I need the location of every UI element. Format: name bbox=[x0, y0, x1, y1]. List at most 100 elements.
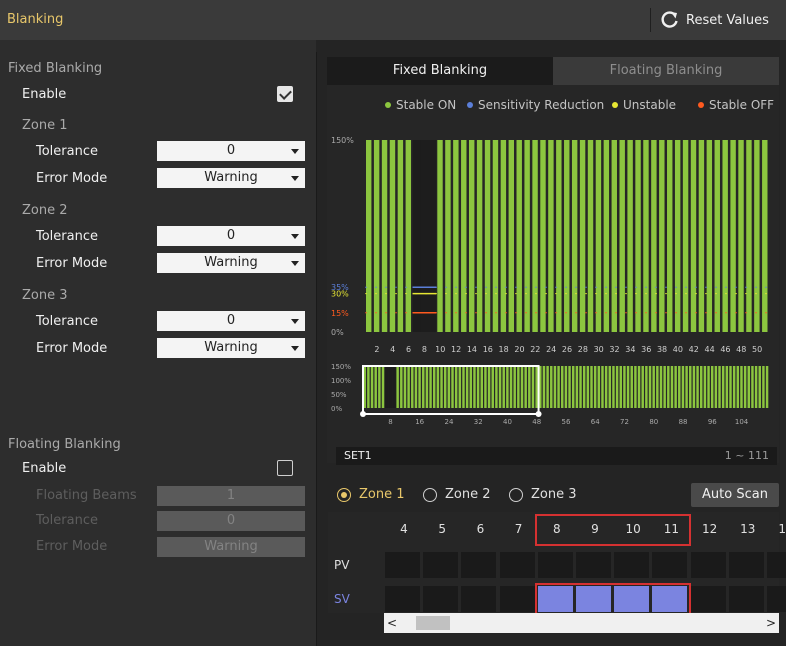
beam-bar bbox=[754, 140, 760, 332]
overview-bar bbox=[469, 366, 473, 408]
overview-bar bbox=[381, 366, 385, 408]
overview-bar bbox=[458, 366, 462, 408]
beam-cell[interactable] bbox=[499, 552, 535, 578]
zone-3-tolerance-select[interactable]: 0 bbox=[157, 311, 305, 331]
zone-3-radio[interactable]: Zone 3 bbox=[509, 487, 577, 502]
beam-bar bbox=[738, 140, 744, 332]
fixed-enable-checkbox[interactable] bbox=[277, 86, 293, 102]
beam-cell[interactable] bbox=[767, 552, 786, 578]
overview-bar bbox=[557, 366, 560, 408]
set-name: SET1 bbox=[344, 449, 372, 462]
x-tick-label: 22 bbox=[530, 345, 540, 354]
beam-bar bbox=[746, 140, 752, 332]
beam-cell[interactable] bbox=[423, 552, 459, 578]
zone-1-tolerance-label: Tolerance bbox=[36, 144, 98, 159]
overview-bar bbox=[681, 366, 685, 408]
tab-floating-blanking[interactable]: Floating Blanking bbox=[553, 57, 779, 85]
x-tick-label: 26 bbox=[562, 345, 572, 354]
beam-cell[interactable] bbox=[461, 586, 497, 612]
overview-bar bbox=[462, 366, 465, 408]
zone-3-error-mode-label: Error Mode bbox=[36, 341, 108, 356]
overview-bar bbox=[689, 366, 692, 408]
overview-bar bbox=[740, 366, 743, 408]
zone-2-tolerance-select[interactable]: 0 bbox=[157, 226, 305, 246]
overview-bar bbox=[432, 366, 436, 408]
beam-cell[interactable] bbox=[652, 586, 688, 612]
beam-cell[interactable] bbox=[614, 586, 650, 612]
row-label: SV bbox=[334, 592, 350, 606]
overview-bar bbox=[641, 366, 644, 408]
tab-fixed-blanking[interactable]: Fixed Blanking bbox=[327, 57, 553, 85]
beam-cell[interactable] bbox=[576, 586, 611, 612]
zone-1-error-mode-select[interactable]: Warning bbox=[157, 168, 305, 188]
legend-stable-off: Stable OFF bbox=[698, 97, 774, 113]
beam-bar bbox=[389, 140, 396, 332]
beam-level-chart: 0%15%30%35%150%2 4 6 8 10 12 14 16 18 20 22 24 26 28 3… bbox=[331, 136, 769, 354]
beam-cell[interactable] bbox=[767, 586, 786, 612]
floating-tolerance-field: 0 bbox=[157, 511, 305, 531]
beam-overview-chart[interactable]: 0% 50% 100% 150% 8 16 24 32 40 48 56 64 72 80 88 96 104 bbox=[327, 360, 779, 428]
beam-cell[interactable] bbox=[690, 586, 726, 612]
beam-bar bbox=[524, 140, 530, 332]
overview-bar bbox=[637, 366, 641, 408]
beam-cell[interactable] bbox=[728, 552, 764, 578]
beam-cell[interactable] bbox=[423, 586, 459, 612]
column-header: 8 bbox=[552, 522, 561, 536]
title-separator bbox=[650, 8, 651, 32]
radio-icon bbox=[337, 487, 351, 502]
overview-bar bbox=[659, 366, 663, 408]
scrollbar-thumb[interactable] bbox=[416, 616, 450, 630]
horizontal-scrollbar[interactable]: < > bbox=[384, 613, 779, 633]
x-tick-label: 56 bbox=[562, 418, 571, 426]
beam-cell[interactable] bbox=[690, 552, 726, 578]
column-header: 14 bbox=[778, 522, 786, 536]
x-tick-label: 36 bbox=[641, 345, 651, 354]
zone-1-radio[interactable]: Zone 1 bbox=[337, 487, 405, 502]
overview-bar bbox=[568, 366, 571, 408]
beam-cell[interactable] bbox=[461, 552, 497, 578]
beam-cell[interactable] bbox=[385, 552, 420, 578]
selection-handle bbox=[360, 411, 366, 417]
beam-bar bbox=[643, 140, 649, 332]
overview-bar bbox=[454, 366, 458, 408]
auto-scan-button[interactable]: Auto Scan bbox=[691, 483, 779, 507]
overview-bar bbox=[674, 366, 677, 408]
beam-cell[interactable] bbox=[499, 586, 535, 612]
beam-bar-off bbox=[420, 140, 429, 332]
beam-cell[interactable] bbox=[652, 552, 688, 578]
beam-cell[interactable] bbox=[537, 586, 573, 612]
column-header: 12 bbox=[701, 522, 718, 536]
x-tick-label: 16 bbox=[483, 345, 493, 354]
beam-cell[interactable] bbox=[576, 552, 611, 578]
radio-icon bbox=[509, 487, 523, 502]
zone-2-error-mode-select[interactable]: Warning bbox=[157, 253, 305, 273]
reset-values-button[interactable]: Reset Values bbox=[660, 6, 769, 34]
beam-bar bbox=[437, 140, 443, 332]
overview-bar bbox=[414, 366, 418, 408]
beam-cell[interactable] bbox=[385, 586, 420, 612]
zone-2-radio[interactable]: Zone 2 bbox=[423, 487, 491, 502]
zone-3-error-mode-select[interactable]: Warning bbox=[157, 338, 305, 358]
beam-bar bbox=[595, 140, 602, 332]
overview-bar bbox=[509, 366, 513, 408]
beam-cell[interactable] bbox=[728, 586, 764, 612]
overview-bar bbox=[590, 366, 593, 408]
overview-bar bbox=[604, 366, 608, 408]
zone-1-error-mode-label: Error Mode bbox=[36, 171, 108, 186]
chevron-down-icon bbox=[291, 149, 299, 154]
x-tick-label: 8 bbox=[388, 418, 392, 426]
beam-cell[interactable] bbox=[537, 552, 573, 578]
overview-bar bbox=[751, 366, 754, 408]
scroll-right-arrow[interactable]: > bbox=[763, 613, 779, 633]
scroll-left-arrow[interactable]: < bbox=[384, 613, 400, 633]
floating-enable-checkbox[interactable] bbox=[277, 460, 293, 476]
y-tick-label: 150% bbox=[331, 363, 351, 371]
beam-bar bbox=[397, 140, 404, 332]
zone-1-tolerance-select[interactable]: 0 bbox=[157, 141, 305, 161]
x-tick-label: 14 bbox=[467, 345, 477, 354]
x-tick-label: 32 bbox=[474, 418, 483, 426]
overview-bar bbox=[374, 366, 377, 408]
overview-bar bbox=[506, 366, 509, 408]
beam-cell[interactable] bbox=[614, 552, 650, 578]
beam-bar bbox=[730, 140, 736, 332]
